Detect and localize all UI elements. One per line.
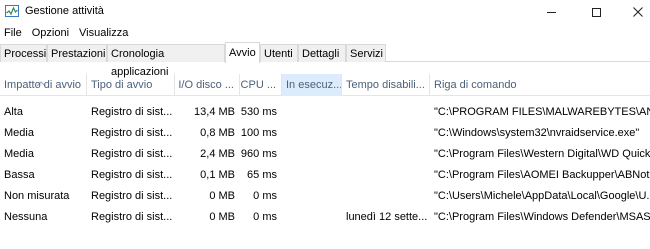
menu-file[interactable]: File	[0, 27, 26, 39]
cell-disk-io: 2,4 MB	[200, 148, 235, 160]
table-row[interactable]: Media Registro di sist... 2,4 MB 960 ms "C:\…	[0, 144, 650, 165]
table-row[interactable]: Alta Registro di sist... 13,4 MB 530 ms "C:\…	[0, 102, 650, 123]
close-icon	[633, 7, 643, 17]
cell-disabled-time	[342, 144, 430, 165]
header-type[interactable]: Tipo di avvio	[87, 74, 175, 96]
title-bar: Gestione attività	[0, 0, 650, 24]
cell-running	[282, 123, 342, 144]
cell-type: Registro di sist...	[91, 190, 173, 202]
cell-impact: Non misurata	[4, 190, 70, 202]
cell-impact: Media	[4, 148, 34, 160]
cell-type: Registro di sist...	[91, 127, 173, 139]
cell-cpu: 100 ms	[240, 127, 277, 139]
cell-impact: Alta	[4, 106, 23, 118]
header-impact[interactable]: Impatto di avvio	[0, 74, 87, 96]
maximize-icon	[591, 7, 601, 17]
cell-command-line: "C:\Program Files\AOMEI Backupper\ABNoti…	[434, 169, 650, 181]
cell-running	[282, 165, 342, 186]
tab-details[interactable]: Dettagli	[298, 44, 346, 62]
cell-type: Registro di sist...	[91, 148, 173, 160]
cell-type: Registro di sist...	[91, 106, 173, 118]
menu-options[interactable]: Opzioni	[28, 27, 73, 39]
cell-disk-io: 0 MB	[209, 190, 235, 202]
minimize-button[interactable]	[533, 0, 569, 24]
maximize-button[interactable]	[578, 0, 614, 24]
table-row[interactable]: Nessuna Registro di sist... 0 MB 0 ms lunedì…	[0, 207, 650, 228]
cell-running	[282, 144, 342, 165]
header-running[interactable]: In esecuz...	[282, 74, 342, 96]
cell-running	[282, 207, 342, 228]
cell-command-line: "C:\PROGRAM FILES\MALWAREBYTES\ANTI-...	[434, 106, 650, 118]
cell-disk-io: 0 MB	[209, 211, 235, 223]
cell-command-line: "C:\Windows\system32\nvraidservice.exe"	[434, 127, 640, 139]
cell-cpu: 65 ms	[247, 169, 277, 181]
startup-table: Impatto di avvio Tipo di avvio I/O disco…	[0, 62, 650, 249]
cell-disk-io: 13,4 MB	[194, 106, 235, 118]
cell-impact: Media	[4, 127, 34, 139]
tab-users[interactable]: Utenti	[260, 44, 298, 62]
cell-disk-io: 0,1 MB	[200, 169, 235, 181]
table-row[interactable]: Bassa Registro di sist... 0,1 MB 65 ms "C:\P…	[0, 165, 650, 186]
header-cpu[interactable]: CPU ...	[240, 74, 282, 96]
cell-type: Registro di sist...	[91, 211, 173, 223]
cell-disabled-time	[342, 165, 430, 186]
cell-command-line: "C:\Users\Michele\AppData\Local\Google\U…	[434, 190, 650, 202]
task-manager-icon	[5, 5, 19, 17]
tab-app-history[interactable]: Cronologia applicazioni	[107, 44, 225, 78]
minimize-icon	[546, 11, 556, 13]
tab-performance[interactable]: Prestazioni	[47, 44, 107, 62]
table-row[interactable]: Non misurata Registro di sist... 0 MB 0 ms "…	[0, 186, 650, 207]
cell-cpu: 0 ms	[253, 211, 277, 223]
tab-services[interactable]: Servizi	[346, 44, 386, 62]
close-button[interactable]	[620, 0, 650, 24]
cell-impact: Nessuna	[4, 211, 48, 223]
cell-cpu: 0 ms	[253, 190, 277, 202]
cell-cpu: 960 ms	[240, 148, 277, 160]
window-title: Gestione attività	[25, 5, 104, 17]
cell-running	[282, 102, 342, 123]
tab-startup[interactable]: Avvio	[225, 42, 260, 63]
cell-impact: Bassa	[4, 169, 35, 181]
table-header: Impatto di avvio Tipo di avvio I/O disco…	[0, 74, 650, 96]
cell-type: Registro di sist...	[91, 169, 173, 181]
table-row[interactable]: Media Registro di sist... 0,8 MB 100 ms "C:\…	[0, 123, 650, 144]
cell-cpu: 530 ms	[240, 106, 277, 118]
header-command-line[interactable]: Riga di comando	[430, 74, 650, 96]
cell-command-line: "C:\Program Files\Windows Defender\MSAS.…	[434, 211, 650, 223]
cell-disk-io: 0,8 MB	[200, 127, 235, 139]
tab-strip: Processi Prestazioni Cronologia applicaz…	[0, 42, 650, 78]
cell-running	[282, 186, 342, 207]
cell-disabled-time	[342, 186, 430, 207]
cell-disabled-time: lunedì 12 sette...	[346, 211, 428, 223]
menu-bar: File Opzioni Visualizza	[0, 24, 650, 42]
header-disk-io[interactable]: I/O disco ...	[175, 74, 240, 96]
tab-processes[interactable]: Processi	[0, 44, 47, 62]
cell-disabled-time	[342, 123, 430, 144]
cell-disabled-time	[342, 102, 430, 123]
header-disabled-time[interactable]: Tempo disabili...	[342, 74, 430, 96]
menu-view[interactable]: Visualizza	[75, 27, 132, 39]
cell-command-line: "C:\Program Files\Western Digital\WD Qui…	[434, 148, 650, 160]
